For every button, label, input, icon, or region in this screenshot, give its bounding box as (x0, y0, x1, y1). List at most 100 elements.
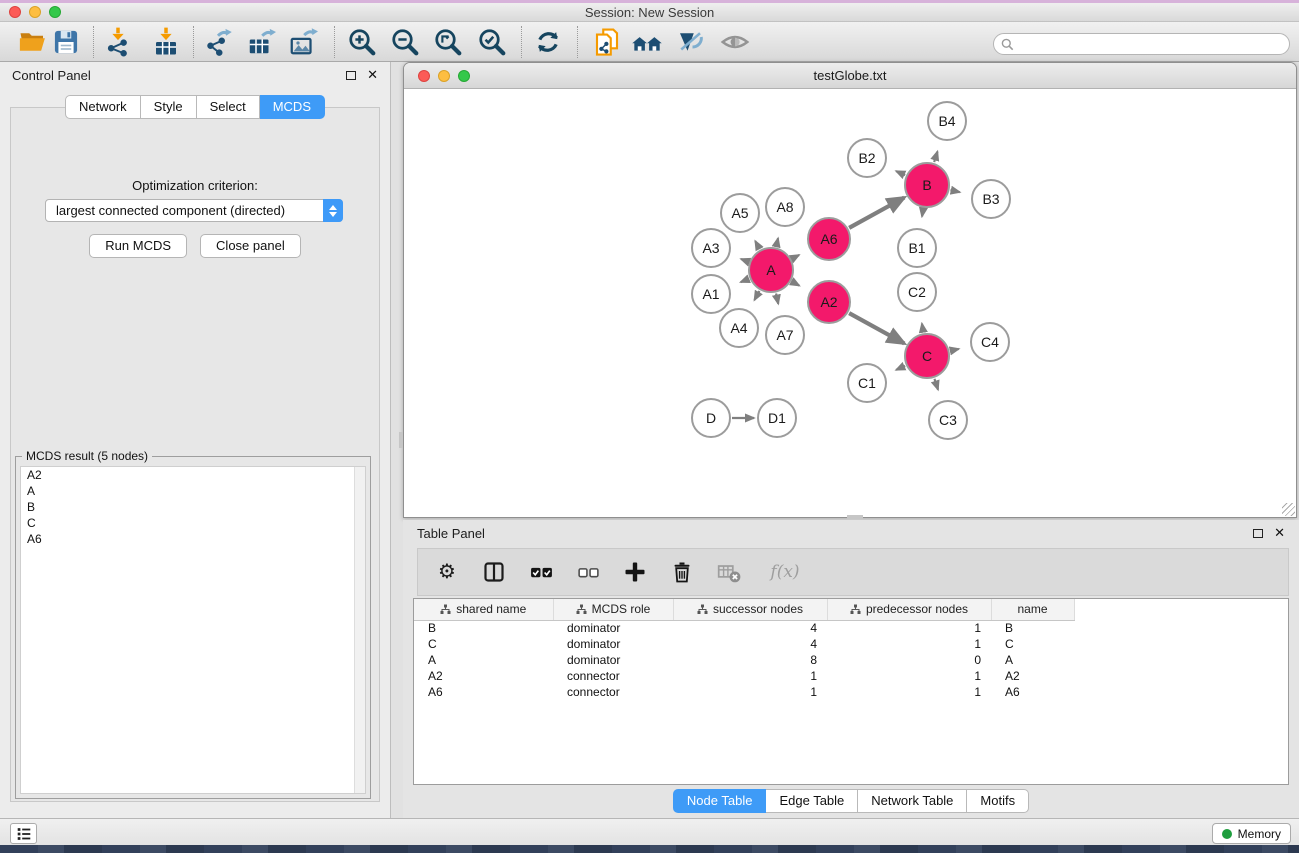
table-settings-button[interactable]: ⚙ (434, 559, 460, 585)
select-all-button[interactable] (528, 559, 554, 585)
list-item[interactable]: A2 (21, 467, 365, 483)
table-cell[interactable]: C (991, 636, 1074, 652)
horizontal-scroll-mark[interactable] (847, 515, 863, 519)
column-header-3[interactable]: predecessor nodes (827, 599, 991, 620)
criterion-select[interactable]: largest connected component (directed) (45, 199, 343, 222)
tab-edge-table[interactable]: Edge Table (766, 789, 858, 813)
edge-A-A6[interactable] (792, 255, 799, 259)
edge-B-B2[interactable] (896, 171, 905, 175)
export-network-button[interactable] (201, 25, 235, 59)
edge-A-A3[interactable] (741, 259, 748, 262)
edge-A2-C[interactable] (849, 313, 904, 343)
result-scrollbar[interactable] (354, 467, 365, 793)
edge-C-C2[interactable] (922, 324, 923, 333)
refresh-button[interactable] (531, 25, 565, 59)
table-cell[interactable]: 1 (827, 620, 991, 636)
run-mcds-button[interactable]: Run MCDS (89, 234, 187, 258)
list-item[interactable]: A6 (21, 531, 365, 547)
table-cell[interactable]: B (414, 620, 553, 636)
table-cell[interactable]: dominator (553, 652, 673, 668)
resize-grip-icon[interactable] (1282, 503, 1295, 516)
column-header-2[interactable]: successor nodes (673, 599, 827, 620)
edge-B-B1[interactable] (922, 209, 923, 217)
table-cell[interactable]: A6 (414, 684, 553, 700)
tab-style[interactable]: Style (141, 95, 197, 119)
table-cell[interactable]: 4 (673, 620, 827, 636)
open-session-button[interactable] (16, 25, 50, 59)
column-header-1[interactable]: MCDS role (553, 599, 673, 620)
close-panel-icon[interactable]: ✕ (367, 70, 378, 80)
tab-motifs[interactable]: Motifs (967, 789, 1029, 813)
network-graph[interactable]: A5A8A6A3AB2BB4B3B1A1C2A2A4A7C4CC1C3DD1 (405, 89, 1295, 516)
copy-network-button[interactable] (590, 25, 624, 59)
table-cell[interactable]: A (414, 652, 553, 668)
network-view[interactable]: A5A8A6A3AB2BB4B3B1A1C2A2A4A7C4CC1C3DD1 (405, 89, 1295, 516)
edge-A-A7[interactable] (776, 293, 778, 303)
tab-network[interactable]: Network (65, 95, 141, 119)
import-network-button[interactable] (101, 25, 135, 59)
column-header-4[interactable]: name (991, 599, 1074, 620)
table-cell[interactable]: 1 (827, 684, 991, 700)
zoom-fit-button[interactable] (431, 25, 465, 59)
first-neighbors-button[interactable] (630, 25, 664, 59)
list-item[interactable]: B (21, 499, 365, 515)
table-cell[interactable]: dominator (553, 636, 673, 652)
table-cell[interactable]: A (991, 652, 1074, 668)
save-session-button[interactable] (49, 25, 83, 59)
list-item[interactable]: C (21, 515, 365, 531)
table-cell[interactable]: A6 (991, 684, 1074, 700)
table-cell[interactable]: 1 (827, 668, 991, 684)
table-cell[interactable]: 1 (827, 636, 991, 652)
edge-C-C3[interactable] (934, 379, 938, 390)
import-table-button[interactable] (149, 25, 183, 59)
toggle-graphics-button[interactable] (673, 25, 707, 59)
float-table-panel-icon[interactable] (1253, 529, 1263, 538)
table-cell[interactable]: A2 (414, 668, 553, 684)
list-item[interactable]: A (21, 483, 365, 499)
table-cell[interactable]: connector (553, 668, 673, 684)
node-label-B: B (922, 177, 931, 193)
table-cell[interactable]: B (991, 620, 1074, 636)
table-cell[interactable]: 4 (673, 636, 827, 652)
table-cell[interactable]: A2 (991, 668, 1074, 684)
table-cell[interactable]: C (414, 636, 553, 652)
edge-A-A5[interactable] (755, 241, 759, 249)
zoom-selected-button[interactable] (475, 25, 509, 59)
table-cell[interactable]: connector (553, 684, 673, 700)
edge-A-A4[interactable] (754, 291, 759, 300)
column-header-0[interactable]: shared name (414, 599, 553, 620)
edge-C-C1[interactable] (896, 366, 905, 370)
tab-select[interactable]: Select (197, 95, 260, 119)
edge-A6-B[interactable] (849, 198, 904, 228)
edge-A-A1[interactable] (741, 279, 749, 282)
edge-A-A2[interactable] (792, 282, 799, 286)
edge-C-C4[interactable] (950, 349, 958, 351)
memory-button[interactable]: Memory (1212, 823, 1291, 844)
export-table-button[interactable] (244, 25, 278, 59)
tab-mcds[interactable]: MCDS (260, 95, 325, 119)
table-cell[interactable]: 0 (827, 652, 991, 668)
zoom-out-button[interactable] (388, 25, 422, 59)
export-image-button[interactable] (286, 25, 320, 59)
node-table[interactable]: shared nameMCDS rolesuccessor nodesprede… (413, 598, 1289, 785)
edge-A-A8[interactable] (776, 238, 778, 246)
table-cell[interactable]: 1 (673, 684, 827, 700)
delete-row-button[interactable] (669, 559, 695, 585)
table-cell[interactable]: dominator (553, 620, 673, 636)
close-panel-button[interactable]: Close panel (200, 234, 301, 258)
deselect-all-button[interactable] (575, 559, 601, 585)
splitter-handle[interactable] (399, 432, 403, 448)
float-panel-icon[interactable] (346, 71, 356, 80)
tab-node-table[interactable]: Node Table (673, 789, 767, 813)
close-table-panel-icon[interactable]: ✕ (1274, 528, 1285, 538)
add-row-button[interactable] (622, 559, 648, 585)
edge-B-B3[interactable] (950, 190, 959, 192)
edge-B-B4[interactable] (934, 152, 937, 163)
table-cell[interactable]: 8 (673, 652, 827, 668)
task-history-button[interactable] (10, 823, 37, 844)
tab-network-table[interactable]: Network Table (858, 789, 967, 813)
search-input[interactable] (1018, 37, 1289, 51)
show-columns-button[interactable] (481, 559, 507, 585)
table-cell[interactable]: 1 (673, 668, 827, 684)
zoom-in-button[interactable] (345, 25, 379, 59)
